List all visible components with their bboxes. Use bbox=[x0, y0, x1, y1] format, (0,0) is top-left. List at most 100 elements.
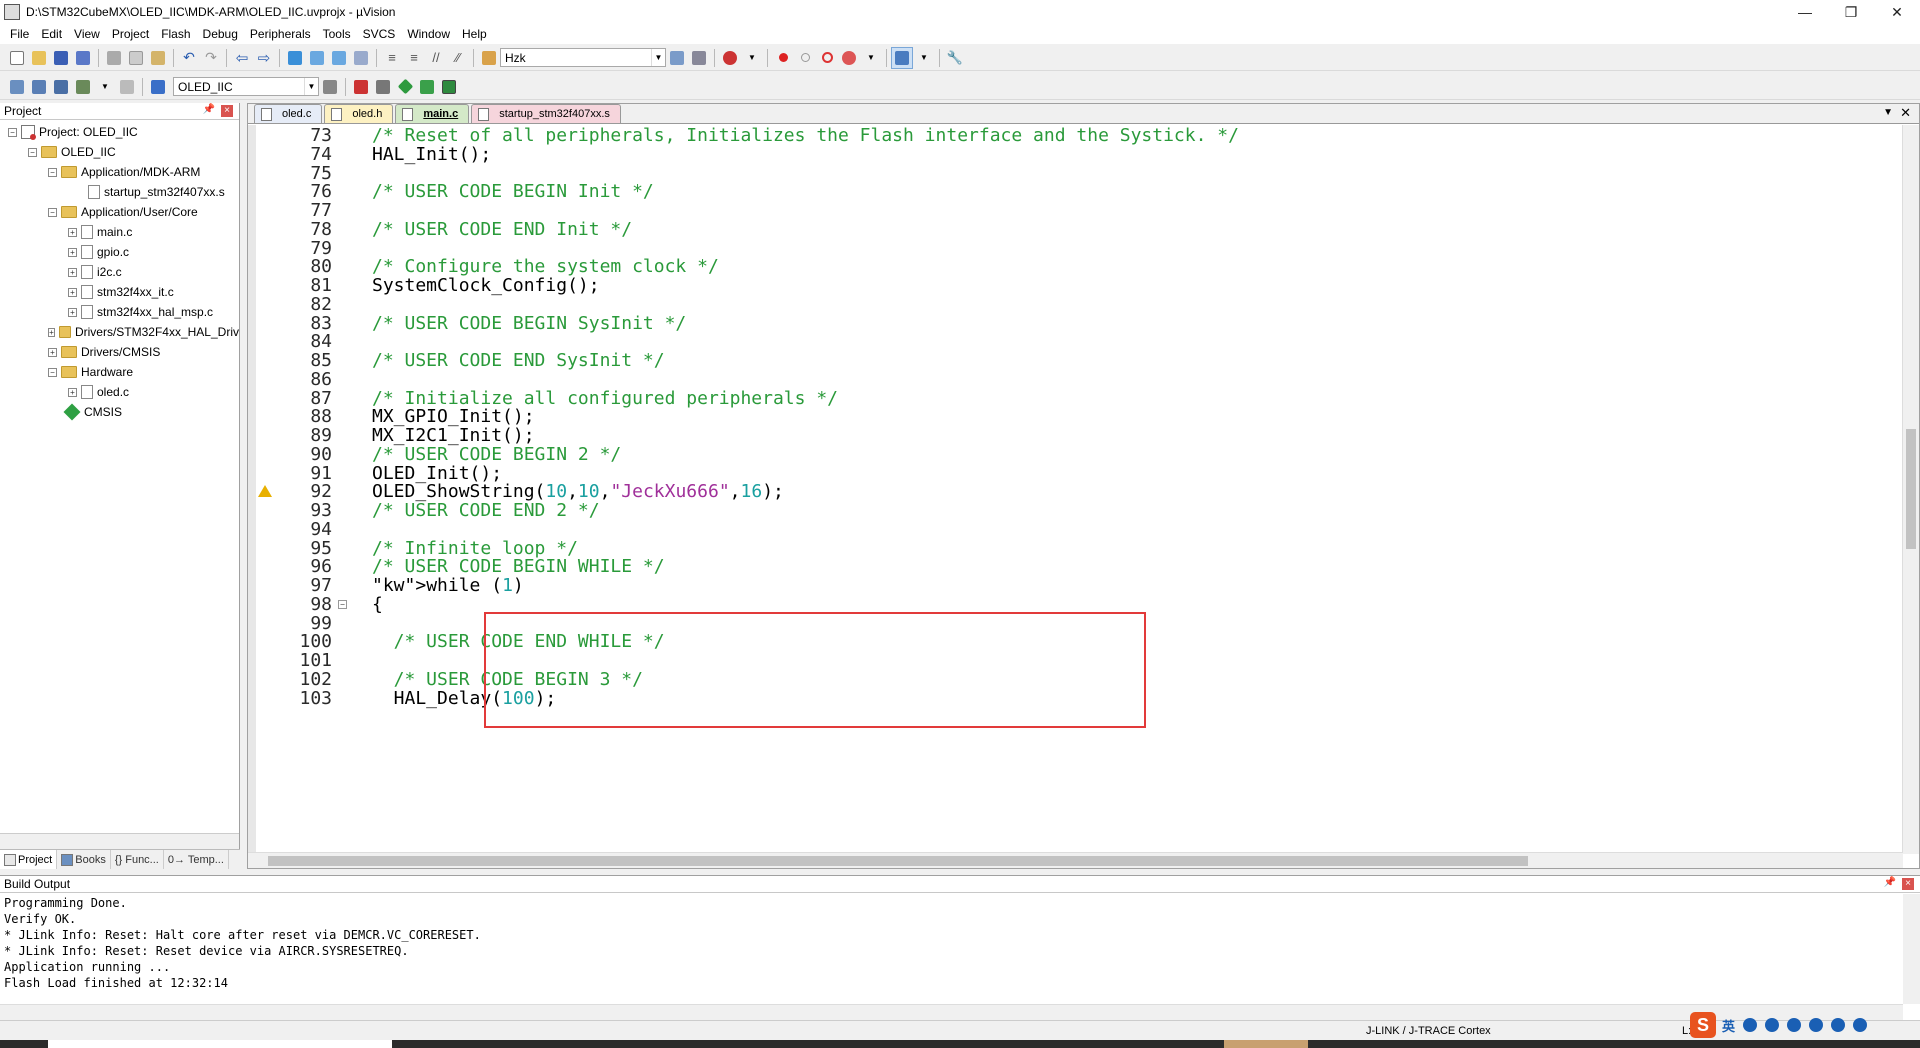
scroll-thumb[interactable] bbox=[1906, 429, 1916, 549]
tab-functions[interactable]: {} Func... bbox=[111, 850, 164, 869]
cut-icon[interactable] bbox=[103, 47, 125, 69]
expand-icon[interactable]: + bbox=[68, 287, 77, 297]
menu-edit[interactable]: Edit bbox=[35, 27, 68, 41]
tab-books[interactable]: Books bbox=[57, 850, 111, 869]
disable-breakpoints-icon[interactable] bbox=[816, 47, 838, 69]
navigate-back-icon[interactable]: ⇦ bbox=[231, 47, 253, 69]
next-bookmark-icon[interactable] bbox=[328, 47, 350, 69]
bookmark-icon[interactable] bbox=[284, 47, 306, 69]
open-folder-icon[interactable] bbox=[28, 47, 50, 69]
ime-punctuation-icon[interactable] bbox=[1743, 1018, 1758, 1032]
build-icon[interactable] bbox=[28, 76, 50, 98]
menu-flash[interactable]: Flash bbox=[155, 27, 196, 41]
find-in-files-icon[interactable] bbox=[478, 47, 500, 69]
fold-toggle-icon[interactable]: − bbox=[338, 599, 347, 609]
kill-breakpoints-icon[interactable] bbox=[838, 47, 860, 69]
run-time-environment-icon[interactable] bbox=[438, 76, 460, 98]
tab-oled-h[interactable]: oled.h bbox=[324, 104, 394, 123]
find-icon[interactable] bbox=[666, 47, 688, 69]
expand-icon[interactable]: + bbox=[68, 307, 77, 317]
download-load-icon[interactable] bbox=[147, 76, 169, 98]
sogou-ime-icon[interactable]: S bbox=[1690, 1012, 1716, 1038]
pack-installer-icon[interactable] bbox=[416, 76, 438, 98]
chevron-down-icon[interactable]: ▼ bbox=[860, 47, 882, 69]
copy-icon[interactable] bbox=[125, 47, 147, 69]
tab-list-dropdown-icon[interactable]: ▼ bbox=[1883, 107, 1893, 118]
collapse-icon[interactable]: − bbox=[48, 167, 57, 177]
rebuild-icon[interactable] bbox=[50, 76, 72, 98]
menu-peripherals[interactable]: Peripherals bbox=[244, 27, 317, 41]
menu-view[interactable]: View bbox=[68, 27, 106, 41]
chevron-down-icon[interactable]: ▼ bbox=[741, 47, 763, 69]
unindent-icon[interactable]: ≡ bbox=[403, 47, 425, 69]
chevron-down-icon[interactable]: ▼ bbox=[651, 49, 665, 66]
target-options-icon[interactable] bbox=[319, 76, 341, 98]
tree-node-file[interactable]: + stm32f4xx_it.c bbox=[0, 282, 239, 302]
tree-node-group[interactable]: − Application/User/Core bbox=[0, 202, 239, 222]
translate-icon[interactable] bbox=[6, 76, 28, 98]
comment-icon[interactable]: // bbox=[425, 47, 447, 69]
expand-icon[interactable]: + bbox=[48, 327, 55, 337]
close-panel-icon[interactable]: × bbox=[1902, 878, 1914, 890]
tab-project[interactable]: Project bbox=[0, 850, 58, 869]
tree-horizontal-scrollbar[interactable] bbox=[0, 833, 239, 849]
restore-button[interactable]: ❐ bbox=[1828, 0, 1874, 24]
target-select[interactable]: OLED_IIC ▼ bbox=[173, 77, 319, 96]
tree-node-file[interactable]: + stm32f4xx_hal_msp.c bbox=[0, 302, 239, 322]
indent-icon[interactable]: ≡ bbox=[381, 47, 403, 69]
ime-skin-icon[interactable] bbox=[1831, 1018, 1846, 1032]
manage-project-items-icon[interactable] bbox=[350, 76, 372, 98]
ime-tools-icon[interactable] bbox=[1853, 1018, 1868, 1032]
menu-project[interactable]: Project bbox=[106, 27, 155, 41]
build-output-horizontal-scrollbar[interactable] bbox=[0, 1004, 1903, 1020]
save-icon[interactable] bbox=[50, 47, 72, 69]
taskbar-search-box[interactable] bbox=[48, 1040, 392, 1048]
window-layout-icon[interactable] bbox=[891, 46, 913, 69]
editor-vertical-scrollbar[interactable] bbox=[1902, 125, 1919, 854]
close-panel-icon[interactable]: × bbox=[221, 105, 233, 117]
tree-node-project-root[interactable]: − Project: OLED_IIC bbox=[0, 122, 239, 142]
tree-node-file[interactable]: + i2c.c bbox=[0, 262, 239, 282]
menu-window[interactable]: Window bbox=[401, 27, 456, 41]
debug-session-icon[interactable] bbox=[719, 47, 741, 69]
build-output-vertical-scrollbar[interactable] bbox=[1903, 894, 1920, 1004]
scroll-thumb[interactable] bbox=[268, 856, 1528, 866]
clear-bookmarks-icon[interactable] bbox=[350, 47, 372, 69]
collapse-icon[interactable]: − bbox=[48, 367, 57, 377]
tab-templates[interactable]: 0→ Temp... bbox=[164, 850, 229, 869]
tree-node-file[interactable]: + main.c bbox=[0, 222, 239, 242]
configure-wrench-icon[interactable]: 🔧 bbox=[944, 47, 966, 69]
expand-icon[interactable]: + bbox=[68, 267, 77, 277]
chevron-down-icon[interactable]: ▼ bbox=[304, 78, 318, 95]
menu-help[interactable]: Help bbox=[456, 27, 493, 41]
manage-multi-project-icon[interactable] bbox=[372, 76, 394, 98]
menu-svcs[interactable]: SVCS bbox=[357, 27, 402, 41]
menu-tools[interactable]: Tools bbox=[317, 27, 357, 41]
close-window-button[interactable]: ✕ bbox=[1874, 0, 1920, 24]
new-file-icon[interactable] bbox=[6, 47, 28, 69]
tree-node-file[interactable]: startup_stm32f407xx.s bbox=[0, 182, 239, 202]
pin-icon[interactable]: 📌 bbox=[203, 104, 215, 115]
chevron-down-icon[interactable]: ▼ bbox=[913, 47, 935, 69]
batch-build-icon[interactable] bbox=[72, 76, 94, 98]
tree-node-group[interactable]: − Hardware bbox=[0, 362, 239, 382]
prev-bookmark-icon[interactable] bbox=[306, 47, 328, 69]
paste-icon[interactable] bbox=[147, 47, 169, 69]
find-combo[interactable]: Hzk ▼ bbox=[500, 48, 666, 67]
chevron-down-icon[interactable]: ▼ bbox=[94, 76, 116, 98]
collapse-icon[interactable]: − bbox=[8, 127, 17, 137]
tree-node-group[interactable]: + Drivers/STM32F4xx_HAL_Driv bbox=[0, 322, 239, 342]
expand-icon[interactable]: + bbox=[68, 227, 77, 237]
stop-build-icon[interactable] bbox=[116, 76, 138, 98]
tree-node-file[interactable]: + gpio.c bbox=[0, 242, 239, 262]
tab-oled-c[interactable]: oled.c bbox=[254, 104, 323, 123]
save-all-icon[interactable] bbox=[72, 47, 94, 69]
ime-keyboard-icon[interactable] bbox=[1809, 1018, 1824, 1032]
select-packs-icon[interactable] bbox=[394, 76, 416, 98]
menu-file[interactable]: File bbox=[4, 27, 35, 41]
collapse-icon[interactable]: − bbox=[48, 207, 57, 217]
uncomment-icon[interactable]: ⁄⁄ bbox=[447, 47, 469, 69]
minimize-button[interactable]: — bbox=[1782, 0, 1828, 24]
ime-emoji-icon[interactable] bbox=[1765, 1018, 1780, 1032]
build-output-text[interactable]: Programming Done. Verify OK. * JLink Info:… bbox=[0, 893, 1920, 993]
